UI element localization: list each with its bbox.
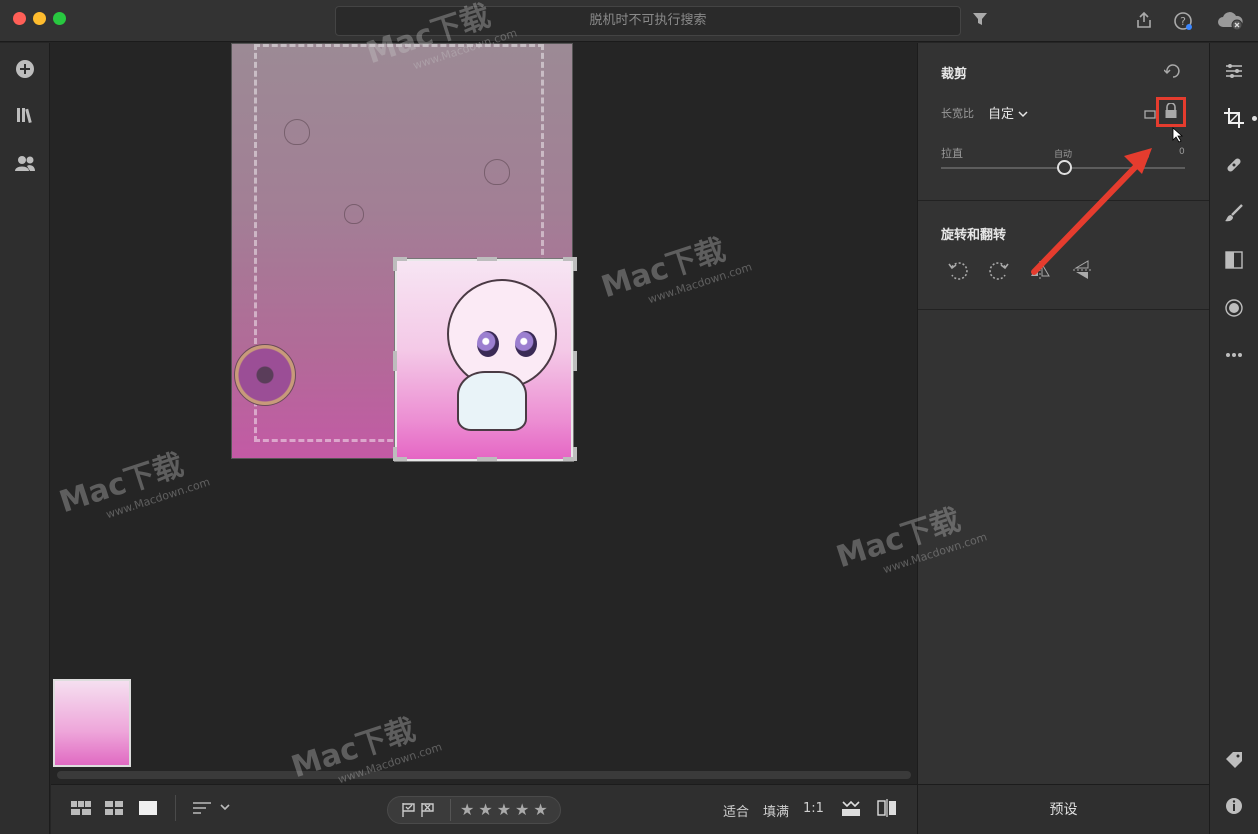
chevron-down-icon bbox=[1018, 111, 1028, 118]
flip-horizontal-icon[interactable] bbox=[1028, 259, 1052, 283]
filmstrip-scrollbar[interactable] bbox=[57, 771, 911, 779]
rotate-left-icon[interactable] bbox=[946, 259, 970, 283]
sort-icon[interactable] bbox=[193, 801, 233, 820]
crop-handle-top-right[interactable] bbox=[573, 257, 577, 271]
zoom-fit-button[interactable]: 适合 bbox=[723, 801, 749, 820]
radial-gradient-icon[interactable] bbox=[1222, 299, 1246, 323]
pill-divider bbox=[450, 799, 451, 821]
crop-handle-bottom-left[interactable] bbox=[393, 447, 397, 461]
crop-handle-right[interactable] bbox=[573, 351, 577, 371]
tag-icon[interactable] bbox=[1222, 751, 1246, 775]
info-icon[interactable] bbox=[1222, 797, 1246, 821]
people-icon[interactable] bbox=[13, 154, 37, 178]
zoom-one-to-one-button[interactable]: 1:1 bbox=[803, 801, 824, 816]
close-window-button[interactable] bbox=[13, 12, 26, 25]
filter-icon[interactable] bbox=[972, 11, 988, 32]
add-icon[interactable] bbox=[13, 59, 37, 83]
search-input[interactable]: 脱机时不可执行搜索 bbox=[335, 6, 961, 36]
edit-panel: 裁剪 长宽比 自定 拉直 自动 0 旋转和翻转 bbox=[917, 43, 1210, 784]
filmstrip bbox=[51, 676, 917, 783]
bottom-toolbar: ★★★★★ 适合 填满 1:1 bbox=[51, 784, 917, 834]
lock-icon[interactable] bbox=[1164, 102, 1178, 123]
straighten-label: 拉直 bbox=[941, 147, 963, 160]
more-options-icon[interactable] bbox=[1222, 341, 1246, 365]
presets-button[interactable]: 预设 bbox=[917, 784, 1209, 834]
filmstrip-toggle-icon[interactable] bbox=[841, 799, 861, 822]
rotate-flip-title: 旋转和翻转 bbox=[941, 228, 1007, 243]
orientation-icon[interactable] bbox=[1144, 105, 1156, 124]
mouse-cursor-icon bbox=[1172, 127, 1184, 147]
sliders-icon[interactable] bbox=[1222, 61, 1246, 85]
crop-tool-icon[interactable] bbox=[1222, 107, 1246, 131]
character-eye bbox=[477, 331, 499, 357]
rotate-right-icon[interactable] bbox=[987, 259, 1011, 283]
presets-label: 预设 bbox=[1049, 802, 1078, 818]
square-grid-icon[interactable] bbox=[71, 801, 91, 820]
compare-view-icon[interactable] bbox=[877, 799, 897, 822]
zoom-fill-button[interactable]: 填满 bbox=[763, 801, 789, 820]
flag-icon[interactable] bbox=[400, 801, 440, 823]
left-rail bbox=[0, 43, 50, 834]
share-icon[interactable] bbox=[1135, 11, 1153, 34]
aspect-ratio-label: 长宽比 bbox=[941, 107, 974, 120]
app-window: 脱机时不可执行搜索 ? ★★★★★ 适合 填满 1:1 裁剪 长宽比 自定 拉直… bbox=[0, 0, 1258, 834]
aspect-ratio-select[interactable]: 自定 bbox=[988, 103, 1028, 122]
donut-illustration bbox=[234, 344, 296, 406]
crop-handle-bottom-right[interactable] bbox=[573, 447, 577, 461]
straighten-auto-button[interactable]: 自动 bbox=[1054, 147, 1072, 160]
reset-crop-icon[interactable] bbox=[1163, 63, 1182, 82]
star-rating[interactable]: ★★★★★ bbox=[460, 800, 552, 819]
flip-vertical-icon[interactable] bbox=[1070, 259, 1094, 283]
character-body bbox=[457, 371, 527, 431]
grid-view-icon[interactable] bbox=[105, 801, 123, 820]
straighten-value: 0 bbox=[1179, 147, 1185, 157]
title-bar: 脱机时不可执行搜索 ? bbox=[0, 0, 1258, 42]
cloud-icon[interactable] bbox=[1216, 11, 1244, 36]
crop-title: 裁剪 bbox=[941, 67, 968, 82]
active-tool-indicator bbox=[1252, 116, 1257, 121]
aspect-ratio-value: 自定 bbox=[988, 107, 1015, 122]
library-icon[interactable] bbox=[13, 106, 37, 130]
help-icon[interactable]: ? bbox=[1173, 11, 1193, 36]
strawberry-illustration bbox=[344, 204, 364, 224]
crop-frame[interactable] bbox=[393, 257, 577, 461]
character-eye bbox=[515, 331, 537, 357]
crop-handle-top[interactable] bbox=[477, 257, 497, 261]
edit-tools-rail bbox=[1209, 43, 1258, 834]
strawberry-illustration bbox=[284, 119, 310, 145]
detail-view-icon[interactable] bbox=[139, 801, 157, 820]
zoom-window-button[interactable] bbox=[53, 12, 66, 25]
rotate-flip-section: 旋转和翻转 bbox=[918, 202, 1210, 310]
minimize-window-button[interactable] bbox=[33, 12, 46, 25]
straighten-slider-thumb[interactable] bbox=[1057, 160, 1072, 175]
crop-handle-top-left[interactable] bbox=[393, 257, 397, 271]
rating-flag-control: ★★★★★ bbox=[387, 796, 561, 824]
toolbar-divider bbox=[175, 795, 176, 821]
search-placeholder: 脱机时不可执行搜索 bbox=[589, 13, 707, 28]
crop-handle-left[interactable] bbox=[393, 351, 397, 371]
photo-thumbnail[interactable] bbox=[53, 679, 131, 767]
healing-brush-icon[interactable] bbox=[1222, 155, 1246, 179]
crop-handle-bottom[interactable] bbox=[477, 457, 497, 461]
svg-text:?: ? bbox=[1180, 15, 1186, 28]
photo-canvas[interactable] bbox=[51, 43, 917, 783]
linear-gradient-icon[interactable] bbox=[1222, 251, 1246, 275]
brush-icon[interactable] bbox=[1222, 203, 1246, 227]
crop-section: 裁剪 长宽比 自定 拉直 自动 0 bbox=[918, 43, 1210, 201]
strawberry-illustration bbox=[484, 159, 510, 185]
